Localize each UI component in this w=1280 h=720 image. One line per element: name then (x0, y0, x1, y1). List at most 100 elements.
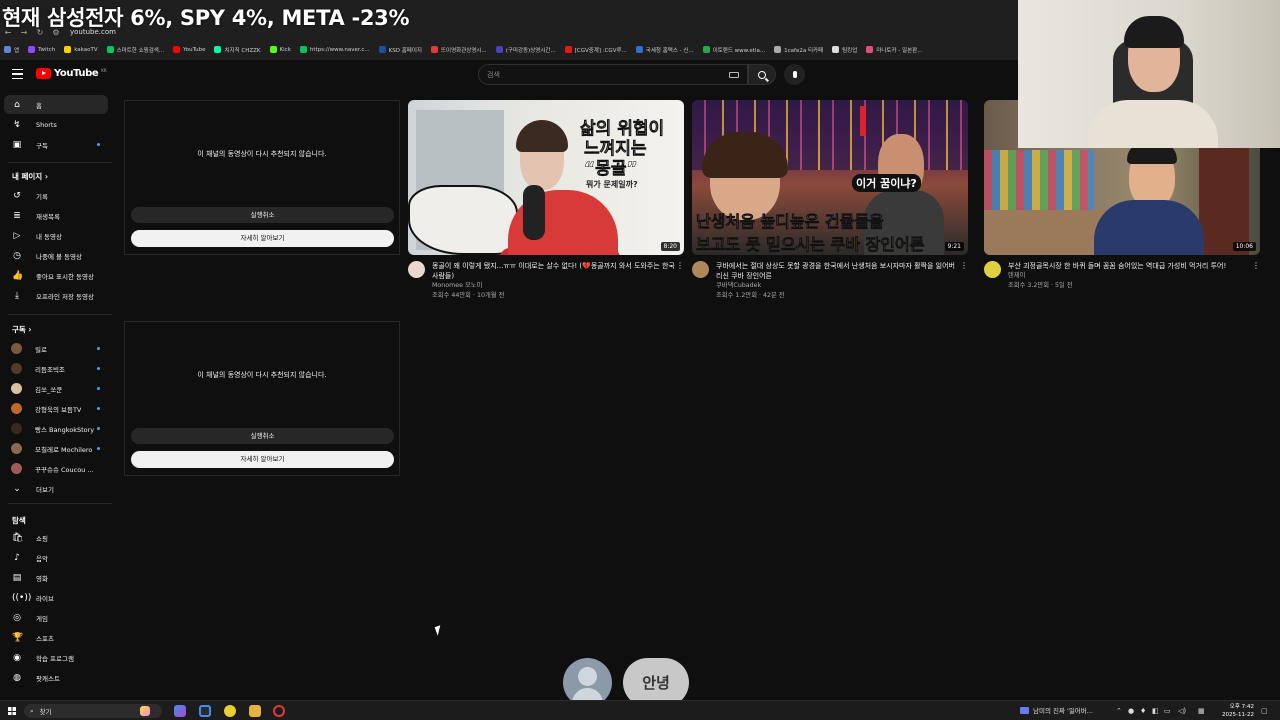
tray-app-icon[interactable]: ▦ (1198, 707, 1205, 715)
bookmark-item[interactable]: 치지직 CHZZK (214, 46, 261, 54)
sidebar-item-playlists[interactable]: ≣ 재생목록 (4, 206, 108, 225)
tray-app-icon[interactable]: ● (1128, 707, 1134, 715)
sidebar-section-you[interactable]: 내 페이지 › (12, 171, 48, 182)
sidebar-item-home[interactable]: ⌂ 홈 (4, 95, 108, 114)
keyboard-icon[interactable] (729, 72, 739, 78)
video-card[interactable]: 삶의 위협이 느껴지는 “몽골” 뭐가 문제일까? 8:20 몽골이 왜 이렇게… (408, 100, 684, 301)
bookmark-favicon-icon (774, 46, 782, 53)
channel-avatar[interactable] (408, 261, 425, 278)
undo-button[interactable]: 실행취소 (131, 207, 394, 223)
sidebar-item-podcasts[interactable]: ◍ 팟캐스트 (4, 668, 108, 687)
more-vert-icon[interactable]: ⋮ (960, 261, 968, 301)
video-title[interactable]: 쿠바에서는 절대 상상도 못할 광경을 한국에서 난생처음 보시자마자 활짝을 … (716, 261, 960, 281)
sidebar-item-your-videos[interactable]: ▷ 내 동영상 (4, 226, 108, 245)
taskbar-search-label: 찾기 (39, 708, 52, 716)
sidebar-item-live[interactable]: ((•)) 라이브 (4, 588, 108, 607)
sidebar-item-subscriptions[interactable]: ▣ 구독 (4, 135, 108, 154)
bookmark-item[interactable]: https://www.naver.c... (299, 46, 370, 53)
sidebar-item-subscription[interactable]: 김쏘_쏘쿤 (4, 379, 108, 398)
video-title[interactable]: 부산 괴정골목시장 한 바퀴 돌며 꼼꼼 숨어있는 역대급 가성비 먹거리 투어… (1008, 261, 1252, 271)
sidebar-item-subscription[interactable]: 릴로 (4, 339, 108, 358)
sidebar-item-subscription[interactable]: 빵스 BangkokStory (4, 419, 108, 438)
bookmark-item[interactable]: 스마트한 쇼핑검색... (106, 46, 164, 54)
learn-more-button[interactable]: 자세히 알아보기 (131, 230, 394, 247)
windows-start-icon[interactable] (8, 707, 16, 715)
bookmark-item[interactable]: 앱 (4, 46, 19, 54)
sidebar-item-label: 홈 (36, 101, 42, 110)
sidebar-item-show-more[interactable]: ⌄ 더보기 (4, 479, 108, 498)
bookmark-item[interactable]: Kick (269, 46, 291, 53)
bookmark-item[interactable]: Twitch (28, 46, 55, 53)
sidebar-item-movies[interactable]: ▤ 영화 (4, 568, 108, 587)
sidebar-item-shopping[interactable]: 🛍 쇼핑 (4, 528, 108, 547)
sidebar-item-gaming[interactable]: ◎ 게임 (4, 608, 108, 627)
video-card[interactable]: 이거 꿈이냐? 난생처음 높디높은 건물들을 보고도 못 믿으시는 쿠바 장인어… (692, 100, 968, 301)
video-thumbnail[interactable]: 이거 꿈이냐? 난생처음 높디높은 건물들을 보고도 못 믿으시는 쿠바 장인어… (692, 100, 968, 255)
bookmark-label: Twitch (38, 46, 56, 53)
microphone-icon[interactable]: ♦ (1140, 707, 1146, 715)
bookmark-item[interactable]: YouTube (173, 46, 205, 53)
voice-search-button[interactable] (784, 64, 805, 85)
hidden-video-card: 이 채널의 동영상이 다시 추천되지 않습니다. 실행취소 자세히 알아보기 (124, 100, 400, 255)
file-explorer-icon[interactable] (249, 705, 261, 717)
app-icon[interactable] (224, 705, 236, 717)
sidebar-item-label: 모칠레로 Mochilero (35, 445, 93, 454)
learn-more-button[interactable]: 자세히 알아보기 (131, 451, 394, 468)
sidebar-item-shorts[interactable]: ↯ Shorts (4, 115, 108, 134)
copilot-icon[interactable] (140, 706, 150, 716)
sidebar-item-subscription[interactable]: 꾸꾸슈슈 Coucou ... (4, 459, 108, 478)
bookmark-item[interactable]: kakaoTV (64, 46, 98, 53)
sidebar-item-label: 내 동영상 (36, 232, 62, 241)
app-icon[interactable] (273, 705, 285, 717)
hidden-message: 이 채널의 동영상이 다시 추천되지 않습니다. (197, 371, 327, 379)
sidebar-section-subscriptions[interactable]: 구독 › (12, 324, 32, 335)
bookmark-item[interactable]: 팀킹업 (832, 46, 857, 54)
sidebar-item-subscription[interactable]: 강형욱의 보듬TV (4, 399, 108, 418)
bookmark-item[interactable]: KSD 홈페이지 (378, 46, 422, 54)
chevron-up-icon[interactable]: ⌃ (1116, 707, 1122, 715)
sidebar-item-watch-later[interactable]: ◷ 나중에 볼 동영상 (4, 246, 108, 265)
bookmark-item[interactable]: 이토랜드 www.etla... (702, 46, 765, 54)
thumb-person-hair (516, 120, 568, 152)
volume-icon[interactable]: ◁) (1178, 707, 1186, 715)
channel-name[interactable]: Monomee 모노미 (432, 281, 676, 291)
sidebar-section-explore[interactable]: 탐색 (12, 515, 26, 526)
search-input[interactable]: 검색 (478, 64, 748, 85)
media-widget[interactable]: 남미의 진짜 '잃어버... (1020, 705, 1093, 715)
channel-name[interactable]: 텐제이 (1008, 271, 1252, 281)
tray-app-icon[interactable]: ◧ (1152, 707, 1159, 715)
bookmark-item[interactable]: 국세청 홈택스 - 신... (635, 46, 694, 54)
youtube-logo[interactable]: YouTube KR (36, 68, 107, 79)
sidebar-item-history[interactable]: ↺ 기록 (4, 186, 108, 205)
chrome-icon[interactable] (199, 705, 211, 717)
bookmark-item[interactable]: (구미강동)상영시간... (495, 46, 556, 54)
undo-button[interactable]: 실행취소 (131, 428, 394, 444)
sidebar-item-music[interactable]: ♪ 음악 (4, 548, 108, 567)
bookmark-item[interactable]: 마나토카 - 일본판... (866, 46, 922, 54)
menu-icon[interactable] (12, 69, 23, 79)
bookmark-item[interactable]: 1cafe2a 티카페 (774, 46, 823, 54)
sidebar-item-label: 나중에 볼 동영상 (36, 252, 82, 261)
clock[interactable]: 오후 7:42 2025-11-22 (1212, 703, 1254, 719)
search-button[interactable] (748, 64, 776, 85)
bookmark-favicon-icon (214, 46, 222, 53)
channel-avatar[interactable] (692, 261, 709, 278)
bookmark-favicon-icon (299, 46, 307, 53)
channel-avatar[interactable] (984, 261, 1001, 278)
more-vert-icon[interactable]: ⋮ (1252, 261, 1260, 291)
bookmark-item[interactable]: [CGV중계] :CGV루... (564, 46, 627, 54)
network-icon[interactable]: ▭ (1164, 707, 1171, 715)
video-title[interactable]: 몽골이 왜 이렇게 됐지...ㅠㅠ 이대로는 살수 없다! (💔몽골까지 와서 … (432, 261, 676, 281)
more-vert-icon[interactable]: ⋮ (676, 261, 684, 301)
notification-icon[interactable]: ▢ (1261, 707, 1268, 715)
app-icon[interactable] (174, 705, 186, 717)
sidebar-item-downloads[interactable]: ⤓ 오프라인 저장 동영상 (4, 286, 108, 305)
sidebar-item-sports[interactable]: 🏆 스포츠 (4, 628, 108, 647)
sidebar-item-learning[interactable]: ◉ 학습 프로그램 (4, 648, 108, 667)
sidebar-item-subscription[interactable]: 리듬조빅조 (4, 359, 108, 378)
channel-name[interactable]: 쿠바댁Cubadek (716, 281, 960, 291)
sidebar-item-liked-videos[interactable]: 👍 좋아요 표시한 동영상 (4, 266, 108, 285)
bookmark-item[interactable]: 뜨이영화관상영시... (430, 46, 487, 54)
video-thumbnail[interactable]: 삶의 위협이 느껴지는 “몽골” 뭐가 문제일까? 8:20 (408, 100, 684, 255)
sidebar-item-subscription[interactable]: 모칠레로 Mochilero (4, 439, 108, 458)
